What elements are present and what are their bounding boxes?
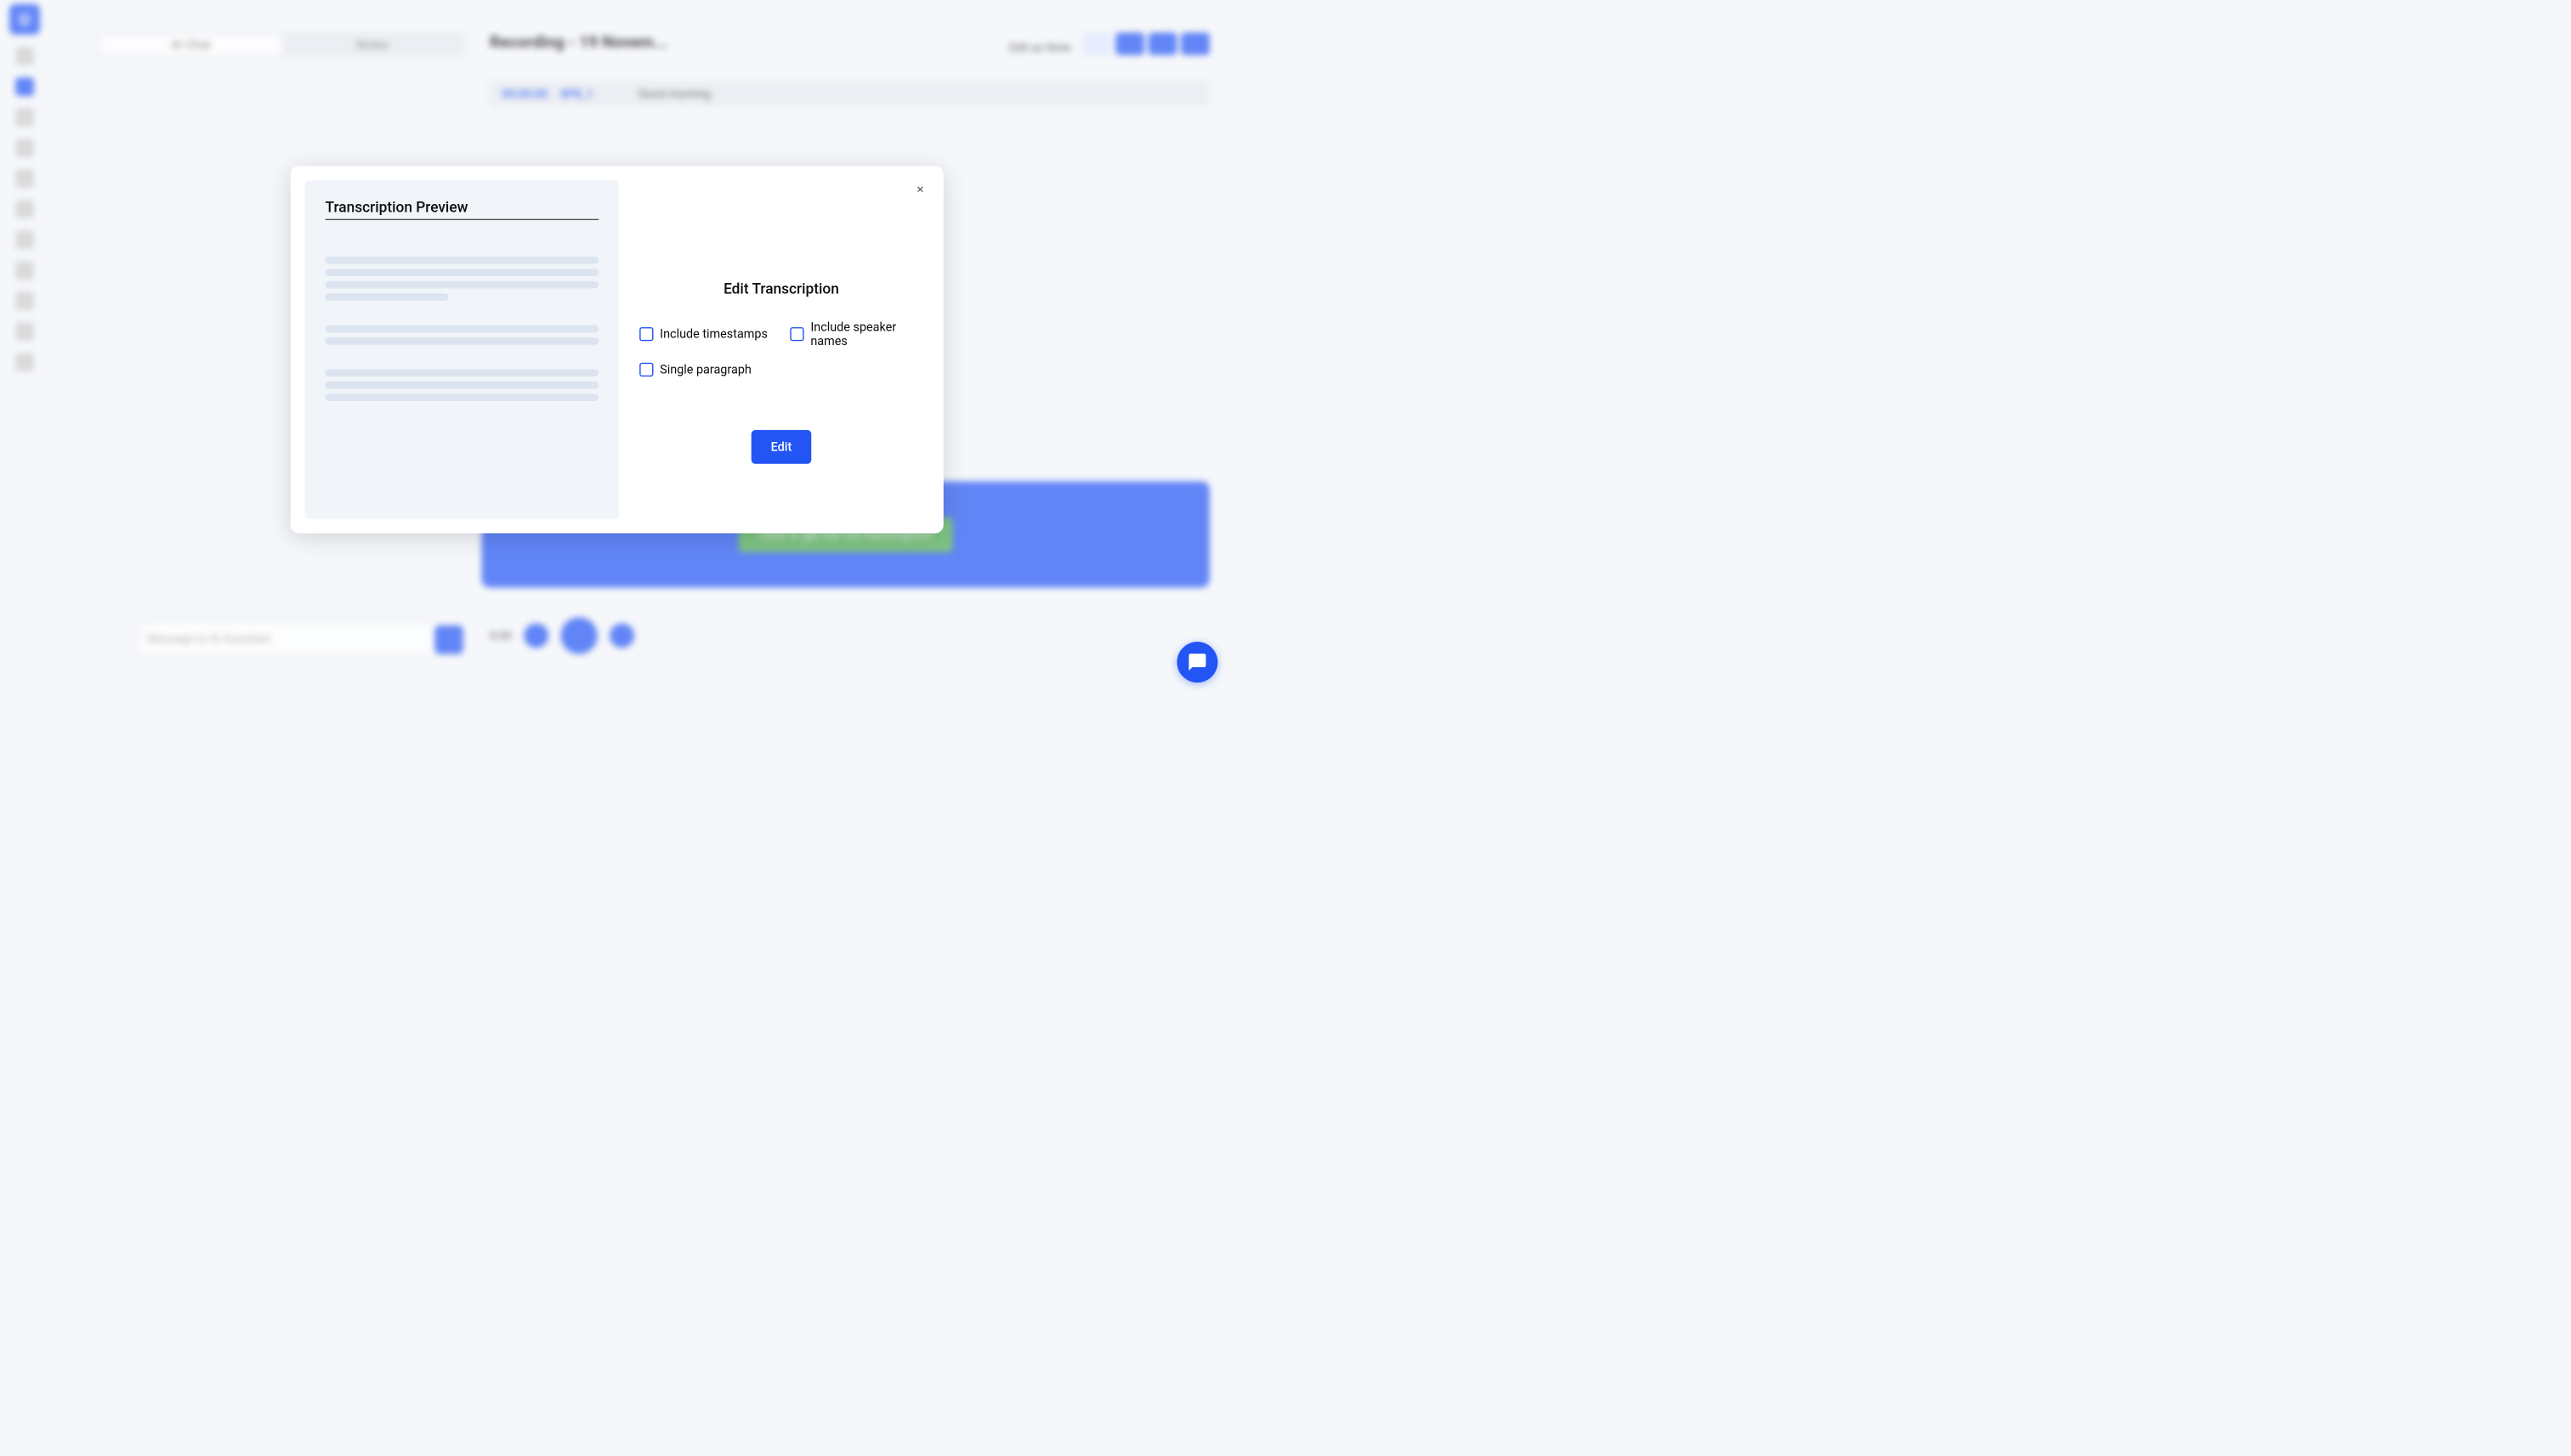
checkbox-icon xyxy=(639,363,653,377)
skeleton-paragraph-3 xyxy=(326,369,599,400)
transcription-modal: Transcription Preview Edit xyxy=(291,166,944,533)
skeleton-line xyxy=(326,394,599,401)
edit-button[interactable]: Edit xyxy=(752,430,812,464)
option-include-speaker-names[interactable]: Include speaker names xyxy=(790,320,922,348)
checkbox-options: Include timestamps Include speaker names… xyxy=(639,320,923,377)
modal-overlay: Transcription Preview Edit xyxy=(0,0,1234,699)
skeleton-line xyxy=(326,280,599,288)
skeleton-paragraph-1 xyxy=(326,257,599,301)
checkbox-icon xyxy=(639,327,653,341)
skeleton-line xyxy=(326,337,599,345)
checkbox-label: Include timestamps xyxy=(660,326,768,341)
skeleton-line xyxy=(326,293,449,301)
option-include-timestamps[interactable]: Include timestamps xyxy=(639,320,768,348)
option-single-paragraph[interactable]: Single paragraph xyxy=(639,362,768,377)
checkbox-label: Include speaker names xyxy=(810,320,922,348)
skeleton-line xyxy=(326,257,599,264)
modal-edit-panel: Edit Transcription Include timestamps In… xyxy=(632,166,944,533)
edit-title: Edit Transcription xyxy=(724,280,839,297)
skeleton-paragraph-2 xyxy=(326,325,599,344)
checkbox-label: Single paragraph xyxy=(660,362,752,377)
preview-title: Transcription Preview xyxy=(326,199,599,220)
skeleton-line xyxy=(326,269,599,276)
close-button[interactable] xyxy=(914,183,926,195)
close-icon xyxy=(916,184,926,195)
skeleton-line xyxy=(326,382,599,389)
skeleton-line xyxy=(326,369,599,377)
skeleton-line xyxy=(326,325,599,332)
checkbox-icon xyxy=(790,327,803,341)
modal-preview-panel: Transcription Preview xyxy=(305,180,620,518)
